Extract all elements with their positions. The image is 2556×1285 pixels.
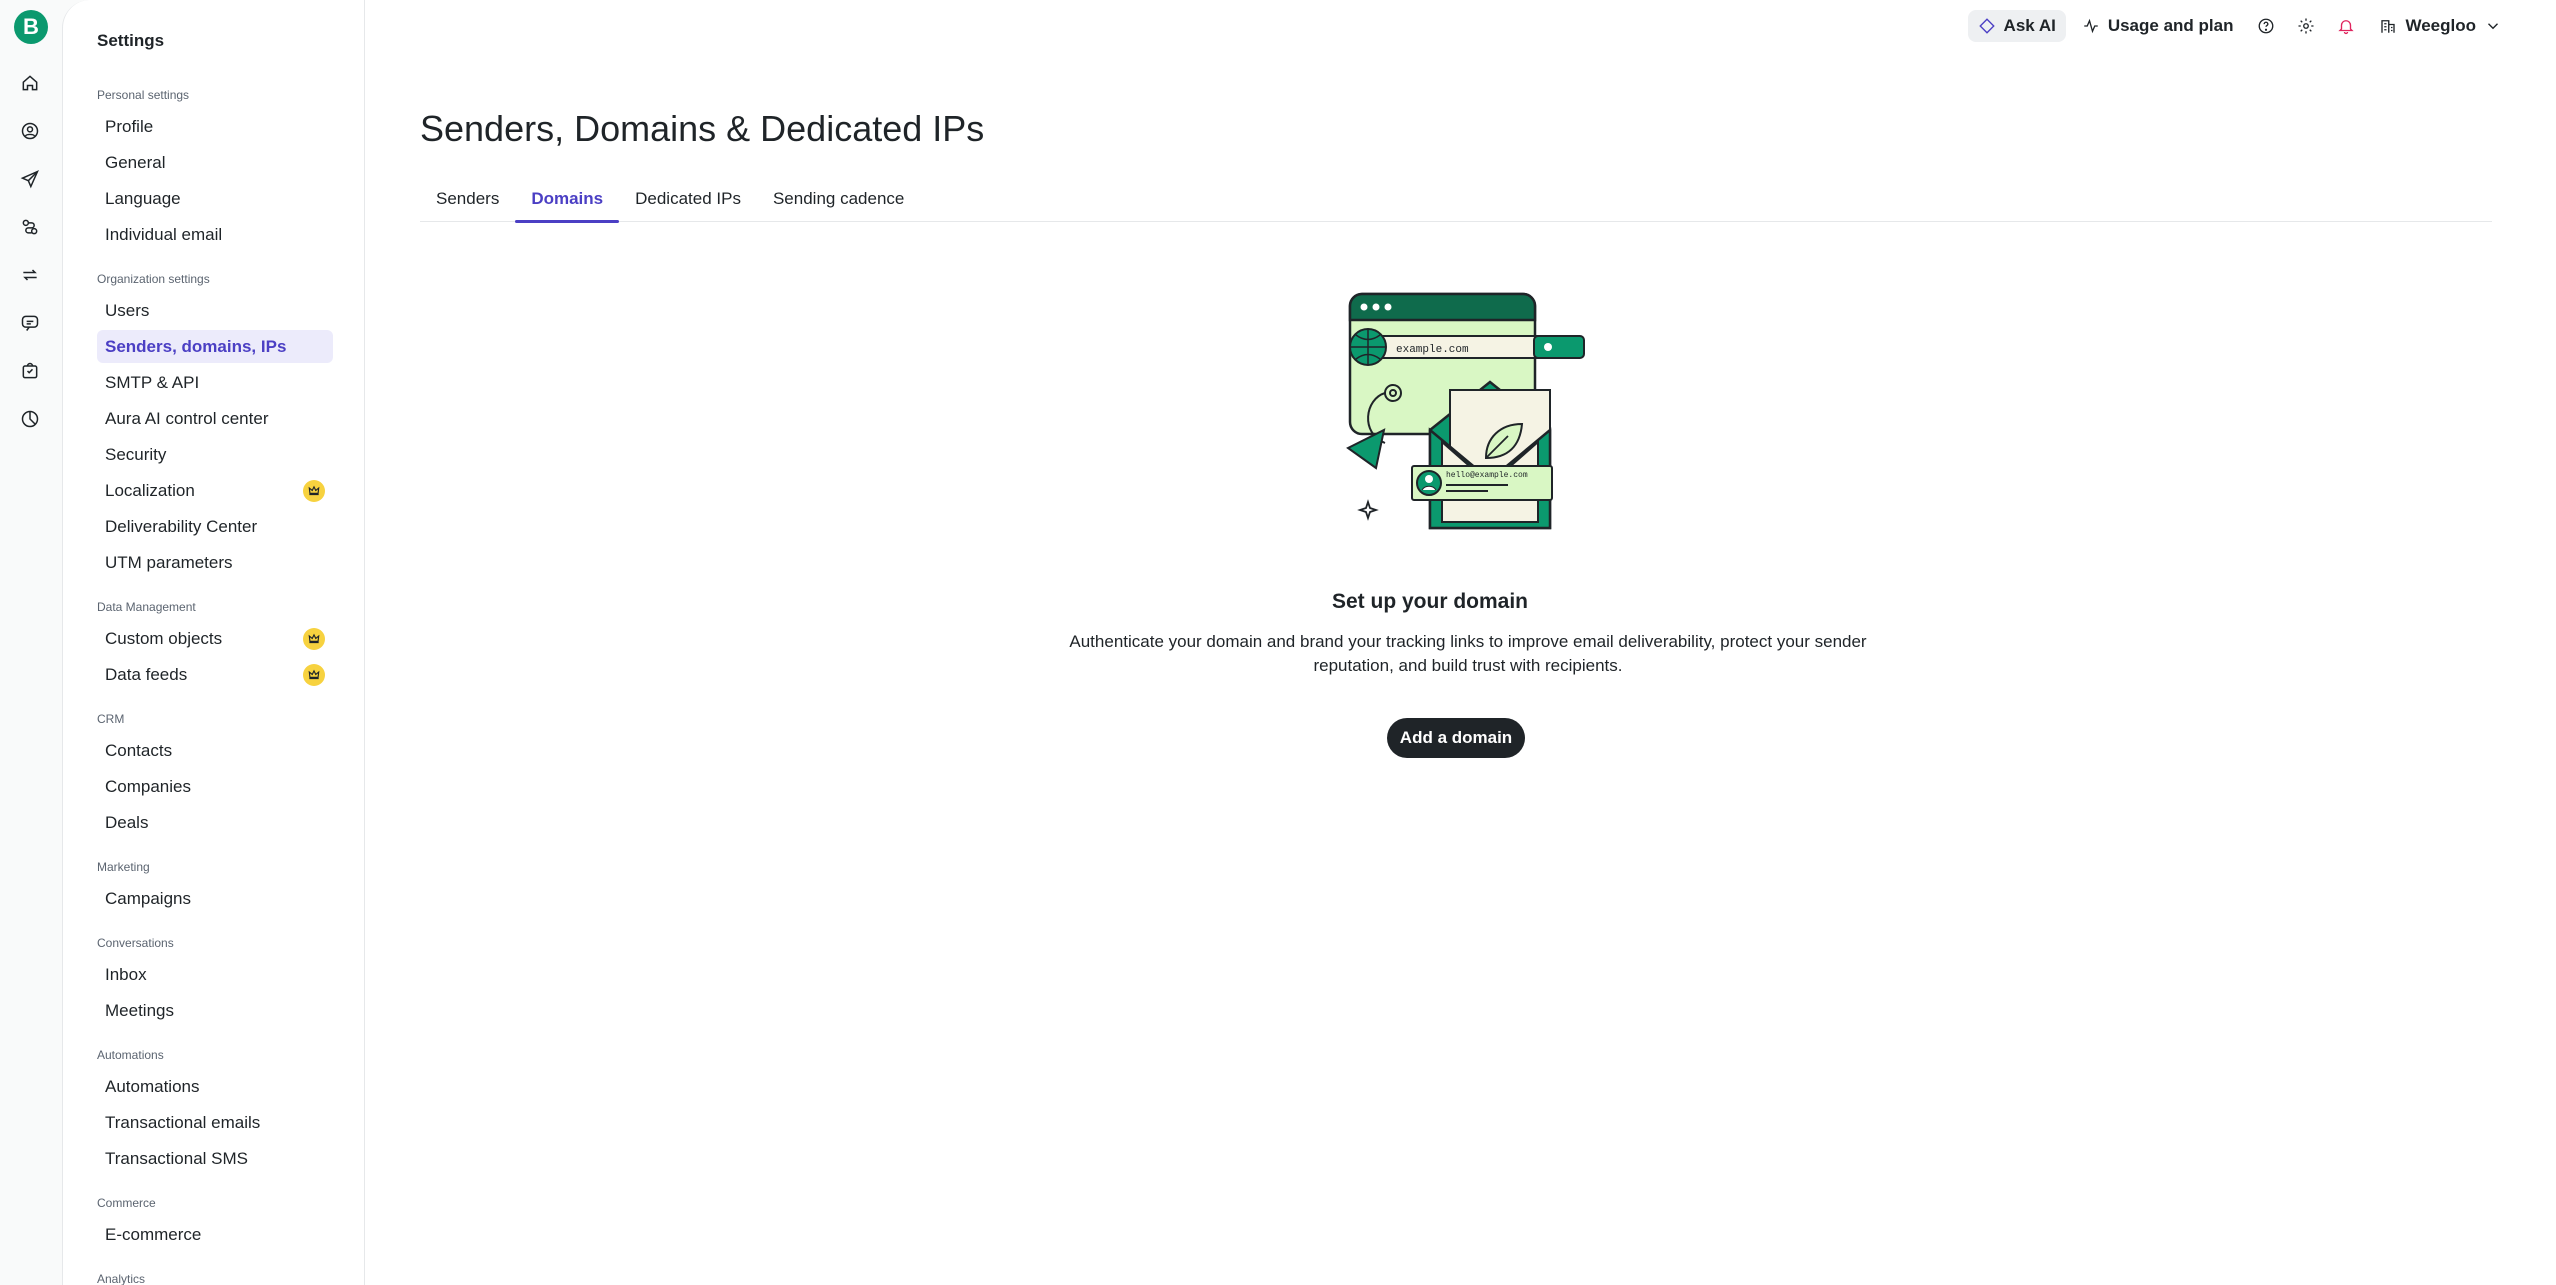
section-conversations: Conversations [97, 936, 174, 950]
sync-icon[interactable] [15, 260, 45, 290]
chevron-down-icon [2488, 23, 2498, 30]
help-icon[interactable] [2249, 10, 2283, 42]
sidebar-item-aura-ai[interactable]: Aura AI control center [97, 402, 333, 435]
activity-icon [2084, 18, 2098, 34]
sidebar-item-localization[interactable]: Localization [97, 474, 333, 507]
usage-and-plan-button[interactable]: Usage and plan [2072, 10, 2244, 42]
section-organization-settings: Organization settings [97, 272, 210, 286]
sidebar-item-automations[interactable]: Automations [97, 1070, 333, 1103]
ask-ai-button[interactable]: Ask AI [1967, 10, 2066, 42]
add-domain-button[interactable]: Add a domain [1387, 718, 1525, 758]
crown-icon [303, 663, 325, 686]
sidebar-item-utm-parameters[interactable]: UTM parameters [97, 546, 333, 579]
main-panel: Settings Personal settings Profile Gener… [62, 0, 2556, 1285]
sidebar-item-meetings[interactable]: Meetings [97, 994, 333, 1027]
bell-icon[interactable] [2329, 10, 2363, 42]
sidebar-item-contacts[interactable]: Contacts [97, 734, 333, 767]
sidebar-item-e-commerce[interactable]: E-commerce [97, 1218, 333, 1251]
section-automations: Automations [97, 1048, 164, 1062]
automations-icon[interactable] [15, 212, 45, 242]
tab-dedicated-ips[interactable]: Dedicated IPs [619, 175, 757, 222]
gear-icon[interactable] [2289, 10, 2323, 42]
analytics-icon[interactable] [15, 404, 45, 434]
illustration-url: example.com [1396, 344, 1469, 356]
tab-bar: Senders Domains Dedicated IPs Sending ca… [420, 175, 2492, 223]
sidebar-item-deliverability-center[interactable]: Deliverability Center [97, 510, 333, 543]
settings-sidebar: Settings Personal settings Profile Gener… [63, 0, 365, 1285]
sidebar-item-transactional-emails[interactable]: Transactional emails [97, 1106, 333, 1139]
sidebar-item-senders-domains-ips[interactable]: Senders, domains, IPs [97, 330, 333, 363]
sidebar-item-users[interactable]: Users [97, 294, 333, 327]
empty-state-title: Set up your domain [1331, 590, 1528, 613]
settings-title: Settings [97, 31, 165, 50]
commerce-icon[interactable] [15, 356, 45, 386]
sidebar-item-custom-objects[interactable]: Custom objects [97, 622, 333, 655]
home-icon[interactable] [15, 68, 45, 98]
tab-senders[interactable]: Senders [420, 175, 515, 222]
top-bar: Ask AI Usage and plan Weegloo [1967, 10, 2556, 42]
building-icon [2381, 20, 2396, 33]
campaigns-icon[interactable] [15, 164, 45, 194]
tab-sending-cadence[interactable]: Sending cadence [757, 175, 920, 222]
crown-icon [303, 479, 325, 502]
sidebar-item-profile[interactable]: Profile [97, 110, 333, 143]
icon-rail: B [0, 0, 62, 1285]
organization-switcher[interactable]: Weegloo [2369, 10, 2512, 42]
contacts-icon[interactable] [15, 116, 45, 146]
section-commerce: Commerce [97, 1196, 156, 1210]
sidebar-item-campaigns[interactable]: Campaigns [97, 882, 333, 915]
section-personal-settings: Personal settings [97, 88, 190, 102]
section-crm: CRM [97, 712, 125, 726]
page-title: Senders, Domains & Dedicated IPs [420, 108, 985, 149]
sidebar-item-companies[interactable]: Companies [97, 770, 333, 803]
sidebar-item-transactional-sms[interactable]: Transactional SMS [97, 1142, 333, 1175]
section-analytics: Analytics [97, 1272, 146, 1285]
sparkle-diamond-icon [1978, 18, 1995, 34]
sidebar-item-smtp-api[interactable]: SMTP & API [97, 366, 333, 399]
section-marketing: Marketing [97, 860, 150, 874]
domain-illustration: example.com hello@example.com [1346, 292, 1585, 530]
sidebar-item-deals[interactable]: Deals [97, 806, 333, 839]
sidebar-item-general[interactable]: General [97, 146, 333, 179]
sidebar-item-data-feeds[interactable]: Data feeds [97, 658, 333, 691]
conversations-icon[interactable] [15, 308, 45, 338]
empty-state-description: Authenticate your domain and brand your … [1069, 632, 1867, 675]
sidebar-item-individual-email[interactable]: Individual email [97, 218, 333, 251]
sidebar-item-language[interactable]: Language [97, 182, 333, 215]
illustration-email: hello@example.com [1446, 471, 1528, 480]
tab-domains[interactable]: Domains [515, 175, 619, 223]
brand-logo[interactable]: B [14, 10, 48, 44]
sidebar-item-security[interactable]: Security [97, 438, 333, 471]
crown-icon [303, 627, 325, 650]
sidebar-item-inbox[interactable]: Inbox [97, 958, 333, 991]
